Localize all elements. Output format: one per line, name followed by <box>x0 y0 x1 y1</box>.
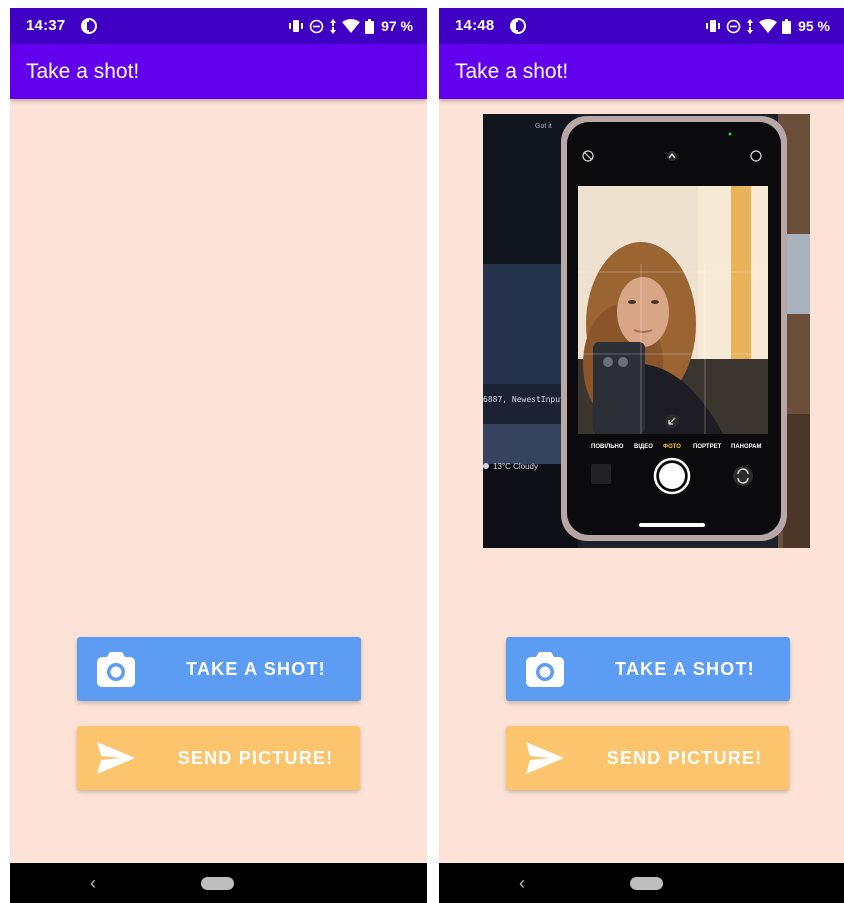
status-bar: 14:48 95 % <box>439 8 844 44</box>
screenshot-canvas: 14:37 97 % Take a shot! TAKE A SHOT! SEN… <box>0 0 844 903</box>
take-shot-label: TAKE A SHOT! <box>615 658 755 679</box>
camera-icon <box>97 652 135 687</box>
wifi-icon <box>759 19 778 33</box>
wifi-icon <box>342 19 361 33</box>
photo-terminal-text: 6887, NewestInput <box>483 395 565 404</box>
app-notification-icon <box>510 18 526 34</box>
send-picture-button[interactable]: SEND PICTURE! <box>77 726 360 790</box>
navigation-bar: ‹ <box>10 863 427 903</box>
phone-screen-before: 14:37 97 % Take a shot! TAKE A SHOT! SEN… <box>10 8 427 903</box>
app-title: Take a shot! <box>455 60 569 83</box>
navigation-bar: ‹ <box>439 863 844 903</box>
back-icon[interactable]: ‹ <box>519 873 525 894</box>
send-icon <box>526 742 564 774</box>
camera-mode-pano: ПАНОРАМ <box>731 444 761 450</box>
battery-icon <box>782 18 792 34</box>
take-shot-button[interactable]: TAKE A SHOT! <box>77 637 361 701</box>
send-picture-button[interactable]: SEND PICTURE! <box>506 726 789 790</box>
status-bar: 14:37 97 % <box>10 8 427 44</box>
home-pill-icon[interactable] <box>201 877 234 890</box>
camera-mode-video: ВІДЕО <box>634 444 653 450</box>
camera-mode-portrait: ПОРТРЕТ <box>693 444 722 450</box>
vibrate-icon <box>706 20 721 32</box>
camera-icon <box>526 652 564 687</box>
photo-caption-top: Got it <box>535 123 552 130</box>
captured-photo: Got it 6887, NewestInput 13°C Cloudy ПОВ… <box>483 114 810 548</box>
take-shot-label: TAKE A SHOT! <box>186 658 326 679</box>
data-arrows-icon <box>330 18 337 34</box>
take-shot-button[interactable]: TAKE A SHOT! <box>506 637 790 701</box>
app-bar: Take a shot! <box>439 44 844 99</box>
phone-screen-after: 14:48 95 % Take a shot! Got it 6887, New… <box>439 8 844 903</box>
send-picture-label: SEND PICTURE! <box>606 747 763 768</box>
data-arrows-icon <box>747 18 754 34</box>
battery-icon <box>365 18 375 34</box>
battery-percentage: 97 % <box>381 18 413 34</box>
home-pill-icon[interactable] <box>630 877 663 890</box>
photo-weather-text: 13°C Cloudy <box>493 462 538 471</box>
send-icon <box>97 742 135 774</box>
send-picture-label: SEND PICTURE! <box>177 747 334 768</box>
camera-mode-slow: ПОВІЛЬНО <box>591 444 624 450</box>
back-icon[interactable]: ‹ <box>90 873 96 894</box>
battery-percentage: 95 % <box>798 18 830 34</box>
do-not-disturb-icon <box>309 19 324 33</box>
app-bar: Take a shot! <box>10 44 427 99</box>
do-not-disturb-icon <box>726 19 741 33</box>
captured-photo-image: Got it 6887, NewestInput 13°C Cloudy ПОВ… <box>483 114 810 548</box>
app-title: Take a shot! <box>26 60 140 83</box>
status-icons: 97 % <box>288 15 413 37</box>
app-notification-icon <box>81 18 97 34</box>
status-time: 14:37 <box>26 17 66 34</box>
status-icons: 95 % <box>705 15 830 37</box>
vibrate-icon <box>289 20 304 32</box>
camera-mode-photo: ФОТО <box>663 444 681 450</box>
status-time: 14:48 <box>455 17 495 34</box>
